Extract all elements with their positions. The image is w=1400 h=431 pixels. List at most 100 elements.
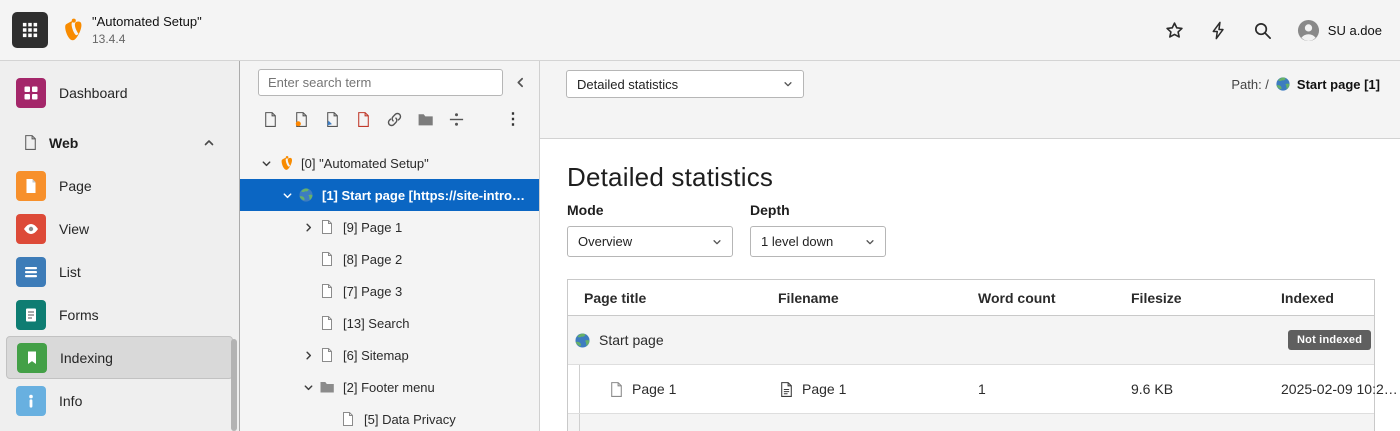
- module-menu: Dashboard Web Page View: [0, 61, 240, 431]
- chevron-down-icon: [865, 237, 875, 247]
- module-list[interactable]: List: [0, 250, 239, 293]
- tree-more-menu[interactable]: ⋮: [503, 109, 523, 129]
- dashboard-module-icon: [16, 78, 46, 108]
- forms-module-icon: [16, 300, 46, 330]
- typo3-backend: "Automated Setup" 13.4.4 SU a.doe Dashbo…: [0, 0, 1400, 431]
- chevron-down-icon[interactable]: [300, 379, 316, 395]
- tree-node-label: [0] "Automated Setup": [301, 156, 435, 171]
- module-info[interactable]: Info: [0, 379, 239, 422]
- tree-search-row: [240, 69, 539, 96]
- word-count-cell: 1: [968, 381, 1121, 397]
- module-section-web[interactable]: Web: [0, 121, 239, 164]
- mode-select-value: Overview: [578, 234, 632, 249]
- hierarchy-line: [579, 414, 580, 431]
- document-icon: [778, 381, 795, 398]
- clear-cache-button[interactable]: [1209, 20, 1229, 40]
- filters: Mode Overview Depth 1 level down: [567, 202, 1400, 257]
- mode-label: Mode: [567, 202, 733, 218]
- chevron-spacer: [300, 283, 316, 299]
- grid-icon: [22, 22, 38, 38]
- path-label: Path: /: [1231, 77, 1269, 92]
- module-dashboard[interactable]: Dashboard: [0, 71, 239, 114]
- chevron-down-icon[interactable]: [279, 187, 295, 203]
- site-title: "Automated Setup": [92, 13, 202, 31]
- link-icon[interactable]: [386, 110, 404, 128]
- topbar-actions: SU a.doe: [1165, 19, 1382, 42]
- module-forms[interactable]: Forms: [0, 293, 239, 336]
- tree-node-label: [5] Data Privacy: [364, 412, 462, 427]
- depth-label: Depth: [750, 202, 886, 218]
- page-icon: [608, 381, 625, 398]
- tree-node-label: [9] Page 1: [343, 220, 408, 235]
- page-icon: [318, 250, 336, 268]
- filesize-cell: 9.6 KB: [1121, 381, 1271, 397]
- drag-new-page-icon[interactable]: [262, 110, 280, 128]
- column-header: Indexed: [1271, 290, 1376, 306]
- tree-node-label: [6] Sitemap: [343, 348, 415, 363]
- module-label: Info: [59, 393, 82, 409]
- chevron-down-icon[interactable]: [258, 155, 274, 171]
- tree-node-footer-menu[interactable]: [2] Footer menu: [240, 371, 539, 403]
- tree-node-label: [2] Footer menu: [343, 380, 441, 395]
- page-icon: [339, 410, 357, 428]
- tree-node-sitemap[interactable]: [6] Sitemap: [240, 339, 539, 371]
- path-page[interactable]: Start page [1]: [1297, 77, 1380, 92]
- page-tree-panel: ⋮ [0] "Automated Setup" [1] Start page […: [240, 61, 540, 431]
- module-page[interactable]: Page: [0, 164, 239, 207]
- module-label: Page: [59, 178, 92, 194]
- star-icon: [1165, 21, 1184, 40]
- typo3-site-icon: [276, 154, 294, 172]
- brand: "Automated Setup" 13.4.4: [58, 13, 202, 47]
- typo3-version: 13.4.4: [92, 31, 202, 47]
- mode-filter: Mode Overview: [567, 202, 733, 257]
- column-header: Filesize: [1121, 290, 1271, 306]
- collapse-tree-button[interactable]: [507, 70, 533, 96]
- page-module-icon: [16, 171, 46, 201]
- tree-node-page-2[interactable]: [8] Page 2: [240, 243, 539, 275]
- folder-icon: [318, 378, 336, 396]
- bookmarks-button[interactable]: [1165, 20, 1185, 40]
- typo3-logo-icon: [58, 17, 83, 42]
- backend-layout: Dashboard Web Page View: [0, 61, 1400, 431]
- globe-icon: [1275, 76, 1291, 92]
- drag-new-link-page-icon[interactable]: [324, 110, 342, 128]
- depth-select[interactable]: 1 level down: [750, 226, 886, 257]
- username: SU a.doe: [1328, 23, 1382, 38]
- function-select[interactable]: Detailed statistics: [566, 70, 804, 98]
- search-icon: [1253, 21, 1272, 40]
- drag-new-spacer-page-icon[interactable]: [355, 110, 373, 128]
- module-content: Detailed statistics Path: / Start page […: [540, 61, 1400, 431]
- folder-icon[interactable]: [417, 110, 435, 128]
- divider-icon[interactable]: [448, 110, 466, 128]
- tree-node-start-page[interactable]: [1] Start page [https://site-intro…: [240, 179, 539, 211]
- drag-new-shortcut-page-icon[interactable]: [293, 110, 311, 128]
- tree-search-input[interactable]: [258, 69, 503, 96]
- mode-select[interactable]: Overview: [567, 226, 733, 257]
- tree-node-page-3[interactable]: [7] Page 3: [240, 275, 539, 307]
- tree-node-data-privacy[interactable]: [5] Data Privacy: [240, 403, 539, 431]
- user-menu[interactable]: SU a.doe: [1297, 19, 1382, 42]
- module-section-label: Web: [49, 135, 78, 151]
- cell-text: Page 1: [802, 381, 846, 397]
- module-label: Forms: [59, 307, 99, 323]
- module-menu-toggle-button[interactable]: [12, 12, 48, 48]
- column-header: Page title: [568, 290, 768, 306]
- depth-filter: Depth 1 level down: [750, 202, 886, 257]
- cell-text: Page 1: [632, 381, 676, 397]
- tree-node-root[interactable]: [0] "Automated Setup": [240, 147, 539, 179]
- hierarchy-line: [579, 365, 580, 413]
- list-module-icon: [16, 257, 46, 287]
- module-label: View: [59, 221, 89, 237]
- chevron-right-icon[interactable]: [300, 347, 316, 363]
- module-indexing[interactable]: Indexing: [6, 336, 233, 379]
- tree-node-page-1[interactable]: [9] Page 1: [240, 211, 539, 243]
- chevron-right-icon[interactable]: [300, 219, 316, 235]
- search-button[interactable]: [1253, 20, 1273, 40]
- content-area: Detailed statistics Mode Overview Depth …: [540, 139, 1400, 431]
- page-icon: [318, 282, 336, 300]
- module-view[interactable]: View: [0, 207, 239, 250]
- module-menu-scrollbar[interactable]: [231, 339, 237, 431]
- table-row-partial: [568, 414, 1374, 431]
- tree-node-search[interactable]: [13] Search: [240, 307, 539, 339]
- tree-toolbar: ⋮: [240, 96, 539, 138]
